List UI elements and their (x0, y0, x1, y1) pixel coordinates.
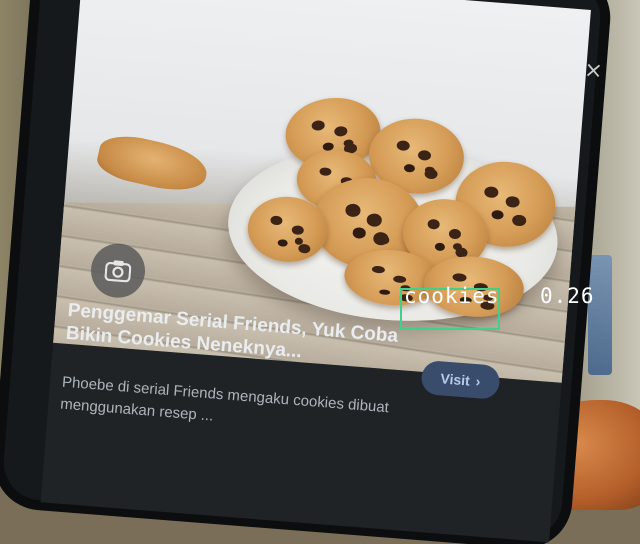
blue-object (588, 255, 612, 375)
visit-button[interactable]: Visit › (420, 359, 501, 400)
phone-screen: ⋮ × Penggemar Serial Friends, Yuk Coba B… (0, 0, 604, 543)
chevron-right-icon: › (475, 373, 482, 390)
detection-score: 0.26 (540, 284, 595, 308)
detection-label: cookies (404, 284, 500, 308)
broken-cookie (93, 129, 212, 198)
camera-lens-icon (104, 260, 132, 283)
visit-label: Visit (439, 370, 471, 389)
article-card[interactable]: Penggemar Serial Friends, Yuk Coba Bikin… (40, 300, 562, 543)
article-description: Phoebe di serial Friends mengaku cookies… (59, 373, 390, 425)
